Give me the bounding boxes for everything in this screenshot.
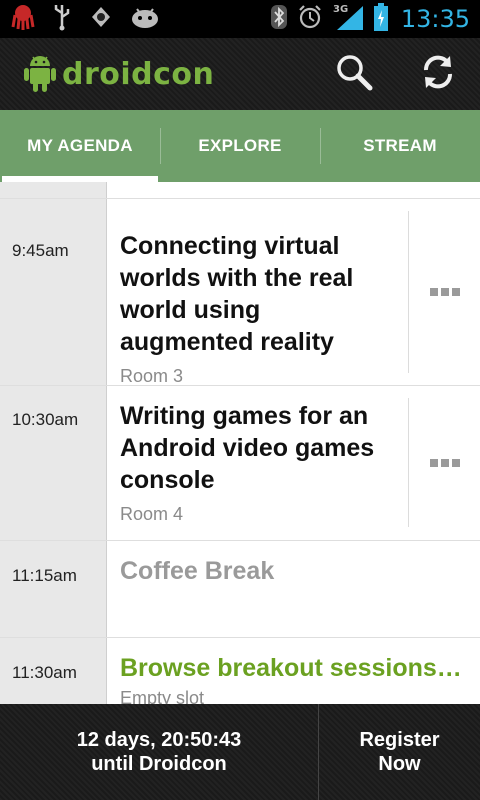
tab-stream[interactable]: STREAM xyxy=(320,110,480,182)
status-bar: 3G 13:35 xyxy=(0,0,480,38)
session-title: Writing games for an Android video games… xyxy=(120,402,375,494)
session-title: Connecting virtual worlds with the real … xyxy=(120,232,354,356)
list-divider-top xyxy=(0,182,480,199)
action-bar: droidcon xyxy=(0,38,480,110)
usb-icon xyxy=(52,3,72,36)
browse-sessions-link[interactable]: Browse breakout sessions… xyxy=(120,652,470,684)
network-type: 3G xyxy=(333,4,348,15)
slot-time: 9:45am xyxy=(12,241,69,260)
session-room: Room 4 xyxy=(120,504,184,524)
agenda-item-3[interactable]: 11:30am Browse breakout sessions… Empty … xyxy=(0,638,480,704)
slot-time: 11:15am xyxy=(12,566,77,585)
slot-time: 10:30am xyxy=(12,410,79,429)
app-name: droidcon xyxy=(62,56,215,92)
slot-time: 11:30am xyxy=(12,663,77,682)
agenda-item-0[interactable]: 9:45am Connecting virtual worlds with th… xyxy=(0,199,480,386)
octocat-icon xyxy=(10,3,36,36)
overflow-icon xyxy=(429,458,460,467)
search-icon xyxy=(335,53,373,96)
bluetooth-icon xyxy=(269,3,289,36)
status-time: 13:35 xyxy=(400,5,470,33)
search-button[interactable] xyxy=(332,52,376,96)
refresh-icon xyxy=(418,52,458,97)
tab-my-agenda[interactable]: MY AGENDA xyxy=(0,110,160,182)
notification-icons xyxy=(10,4,160,34)
signal-3g-icon: 3G xyxy=(331,2,365,37)
battery-charging-icon xyxy=(373,2,389,37)
tab-bar: MY AGENDA EXPLORE STREAM xyxy=(0,110,480,182)
system-icons: 3G 13:35 xyxy=(269,2,470,36)
app-notification-icon xyxy=(88,3,114,36)
session-more-button[interactable] xyxy=(408,211,480,373)
register-now-button[interactable]: Register Now xyxy=(319,704,480,800)
tab-explore[interactable]: EXPLORE xyxy=(160,110,320,182)
session-room: Room 3 xyxy=(120,366,184,386)
session-more-button[interactable] xyxy=(408,398,480,527)
countdown-caption: until Droidcon xyxy=(91,753,227,775)
refresh-button[interactable] xyxy=(416,52,460,96)
overflow-icon xyxy=(429,288,460,296)
register-label-line1: Register xyxy=(359,729,440,751)
alarm-icon xyxy=(297,3,323,36)
agenda-item-1[interactable]: 10:30am Writing games for an Android vid… xyxy=(0,386,480,541)
android-debug-icon xyxy=(130,3,160,36)
countdown-panel: 12 days, 20:50:43 until Droidcon xyxy=(0,704,319,800)
register-label-line2: Now xyxy=(378,753,421,775)
agenda-item-2[interactable]: 11:15am Coffee Break xyxy=(0,541,480,638)
slot-status: Empty slot xyxy=(120,688,205,704)
countdown-time: 12 days, 20:50:43 xyxy=(76,729,242,751)
android-robot-icon xyxy=(24,52,56,97)
break-title: Coffee Break xyxy=(120,557,275,585)
app-logo: droidcon xyxy=(24,52,214,96)
bottom-bar: 12 days, 20:50:43 until Droidcon Registe… xyxy=(0,704,480,800)
agenda-list[interactable]: 9:45am Connecting virtual worlds with th… xyxy=(0,182,480,704)
